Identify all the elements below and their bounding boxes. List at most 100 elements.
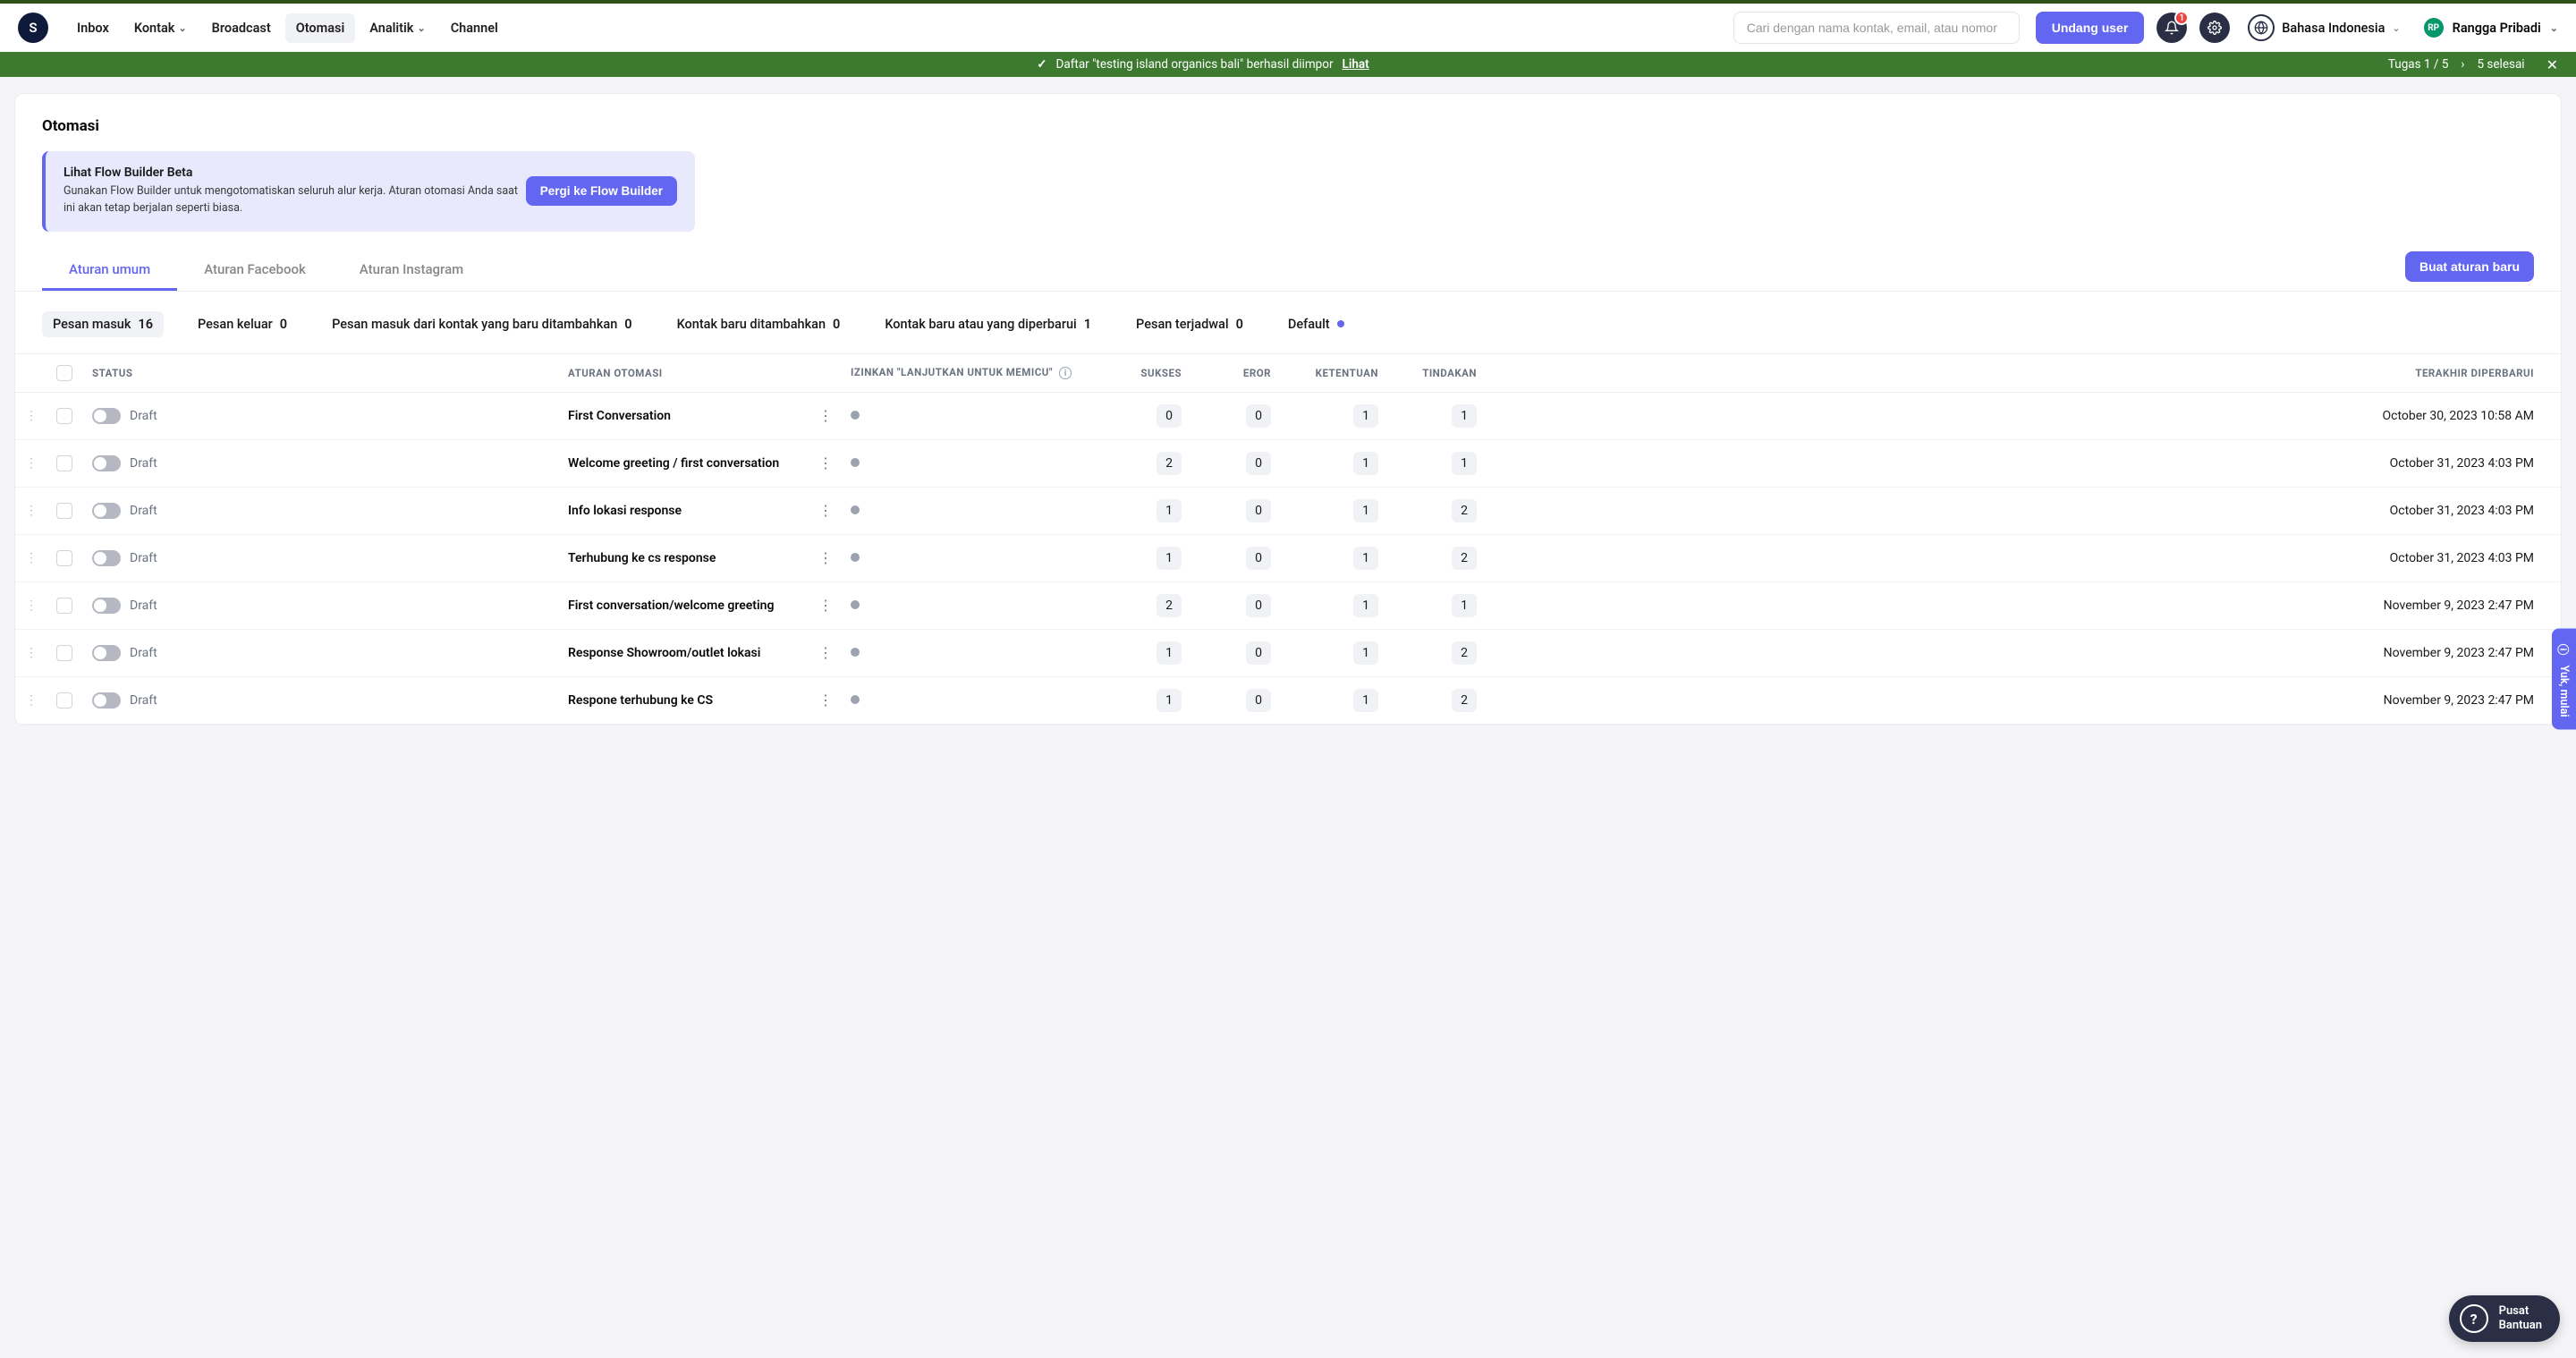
row-checkbox[interactable] [56, 692, 72, 709]
filter-chip[interactable]: Pesan keluar0 [187, 311, 298, 337]
task-progress: Tugas 1 / 5 [2388, 57, 2449, 72]
info-icon[interactable]: i [1059, 367, 1072, 379]
updated-timestamp: November 9, 2023 2:47 PM [2384, 646, 2534, 660]
updated-timestamp: November 9, 2023 2:47 PM [2384, 598, 2534, 613]
logo[interactable]: S [18, 13, 48, 43]
kebab-menu-icon[interactable]: ⋮ [818, 644, 833, 661]
table-row[interactable]: ⋮ Draft Welcome greeting / first convers… [15, 439, 2561, 487]
nav-broadcast[interactable]: Broadcast [201, 13, 282, 43]
nav-analitik[interactable]: Analitik ⌄ [359, 13, 436, 43]
action-count: 2 [1452, 641, 1477, 665]
row-checkbox[interactable] [56, 645, 72, 661]
row-checkbox[interactable] [56, 503, 72, 519]
success-count: 2 [1157, 594, 1182, 617]
drag-handle-icon[interactable]: ⋮ [15, 629, 47, 676]
status-toggle[interactable] [92, 598, 121, 614]
status-label: Draft [130, 598, 157, 613]
rule-name: Response Showroom/outlet lokasi [568, 646, 760, 660]
updated-timestamp: October 31, 2023 4:03 PM [2390, 551, 2534, 565]
col-status: STATUS [83, 353, 559, 392]
action-count: 2 [1452, 689, 1477, 712]
close-icon[interactable]: ✕ [2546, 56, 2558, 73]
tab-aturan-instagram[interactable]: Aturan Instagram [333, 252, 490, 290]
error-count: 0 [1246, 404, 1271, 428]
row-checkbox[interactable] [56, 598, 72, 614]
filter-chip[interactable]: Pesan masuk16 [42, 311, 164, 337]
status-toggle[interactable] [92, 645, 121, 661]
status-toggle[interactable] [92, 550, 121, 566]
help-icon: ? [2460, 1304, 2488, 1333]
condition-count: 1 [1353, 547, 1378, 570]
rule-name: Terhubung ke cs response [568, 551, 716, 565]
status-toggle[interactable] [92, 455, 121, 471]
status-toggle[interactable] [92, 692, 121, 709]
drag-handle-icon[interactable]: ⋮ [15, 534, 47, 581]
nav-kontak[interactable]: Kontak ⌄ [123, 13, 198, 43]
drag-handle-icon[interactable]: ⋮ [15, 581, 47, 629]
col-condition: KETENTUAN [1280, 353, 1387, 392]
select-all-checkbox[interactable] [56, 365, 72, 381]
table-row[interactable]: ⋮ Draft First conversation/welcome greet… [15, 581, 2561, 629]
notifications-button[interactable]: 1 [2157, 13, 2187, 43]
user-menu[interactable]: RP Rangga Pribadi ⌄ [2424, 18, 2558, 38]
status-label: Draft [130, 409, 157, 423]
row-checkbox[interactable] [56, 408, 72, 424]
filter-chip[interactable]: Kontak baru ditambahkan0 [666, 311, 852, 337]
drag-handle-icon[interactable]: ⋮ [15, 676, 47, 724]
tab-aturan-umum[interactable]: Aturan umum [42, 252, 177, 290]
filter-label: Pesan keluar [198, 317, 273, 332]
drag-handle-icon[interactable]: ⋮ [15, 487, 47, 534]
filter-chip[interactable]: Default [1277, 311, 1355, 337]
filter-chip[interactable]: Kontak baru atau yang diperbarui 1 [874, 311, 1102, 337]
filter-count: 1 [1084, 317, 1091, 332]
filter-label: Kontak baru atau yang diperbarui [885, 317, 1076, 332]
kebab-menu-icon[interactable]: ⋮ [818, 502, 833, 519]
new-rule-button[interactable]: Buat aturan baru [2405, 251, 2534, 282]
condition-count: 1 [1353, 641, 1378, 665]
language-selector[interactable]: Bahasa Indonesia ⌄ [2248, 14, 2400, 41]
kebab-menu-icon[interactable]: ⋮ [818, 549, 833, 566]
filter-label: Kontak baru ditambahkan [677, 317, 826, 332]
col-error: EROR [1191, 353, 1280, 392]
tab-aturan-facebook[interactable]: Aturan Facebook [177, 252, 333, 290]
settings-button[interactable] [2199, 13, 2230, 43]
table-row[interactable]: ⋮ Draft Info lokasi response ⋮ 1 0 1 2 O… [15, 487, 2561, 534]
kebab-menu-icon[interactable]: ⋮ [818, 692, 833, 709]
row-checkbox[interactable] [56, 455, 72, 471]
drag-handle-icon[interactable]: ⋮ [15, 439, 47, 487]
table-row[interactable]: ⋮ Draft First Conversation ⋮ 0 0 1 1 Oct… [15, 392, 2561, 439]
flowbuilder-desc: Gunakan Flow Builder untuk mengotomatisk… [64, 183, 520, 217]
kebab-menu-icon[interactable]: ⋮ [818, 454, 833, 471]
status-toggle[interactable] [92, 503, 121, 519]
updated-timestamp: November 9, 2023 2:47 PM [2384, 693, 2534, 708]
rules-table: STATUS ATURAN OTOMASI IZINKAN "LANJUTKAN… [15, 353, 2561, 725]
search-input[interactable] [1733, 12, 2020, 44]
table-row[interactable]: ⋮ Draft Respone terhubung ke CS ⋮ 1 0 1 … [15, 676, 2561, 724]
nav-channel[interactable]: Channel [440, 13, 509, 43]
status-label: Draft [130, 456, 157, 471]
table-row[interactable]: ⋮ Draft Terhubung ke cs response ⋮ 1 0 1… [15, 534, 2561, 581]
updated-timestamp: October 30, 2023 10:58 AM [2383, 409, 2535, 423]
table-row[interactable]: ⋮ Draft Response Showroom/outlet lokasi … [15, 629, 2561, 676]
kebab-menu-icon[interactable]: ⋮ [818, 407, 833, 424]
filter-chip[interactable]: Pesan masuk dari kontak yang baru ditamb… [321, 311, 642, 337]
condition-count: 1 [1353, 499, 1378, 522]
allow-status-dot [851, 600, 860, 609]
invite-user-button[interactable]: Undang user [2036, 12, 2145, 44]
col-allow-label: IZINKAN "LANJUTKAN UNTUK MEMICU" [851, 366, 1053, 378]
nav-otomasi[interactable]: Otomasi [285, 13, 356, 43]
drag-handle-icon[interactable]: ⋮ [15, 392, 47, 439]
kebab-menu-icon[interactable]: ⋮ [818, 597, 833, 614]
success-count: 1 [1157, 547, 1182, 570]
nav-inbox[interactable]: Inbox [66, 13, 120, 43]
status-toggle[interactable] [92, 408, 121, 424]
filter-chip[interactable]: Pesan terjadwal0 [1125, 311, 1254, 337]
status-label: Draft [130, 693, 157, 708]
gear-icon [2207, 21, 2222, 35]
flowbuilder-button[interactable]: Pergi ke Flow Builder [526, 176, 677, 206]
help-center-button[interactable]: ? Pusat Bantuan [2449, 1295, 2560, 1342]
banner-link-lihat[interactable]: Lihat [1343, 57, 1369, 72]
row-checkbox[interactable] [56, 550, 72, 566]
onboarding-side-tab[interactable]: ⓘ Yuk, mulai [2552, 628, 2576, 729]
chevron-down-icon: ⌄ [178, 22, 186, 34]
